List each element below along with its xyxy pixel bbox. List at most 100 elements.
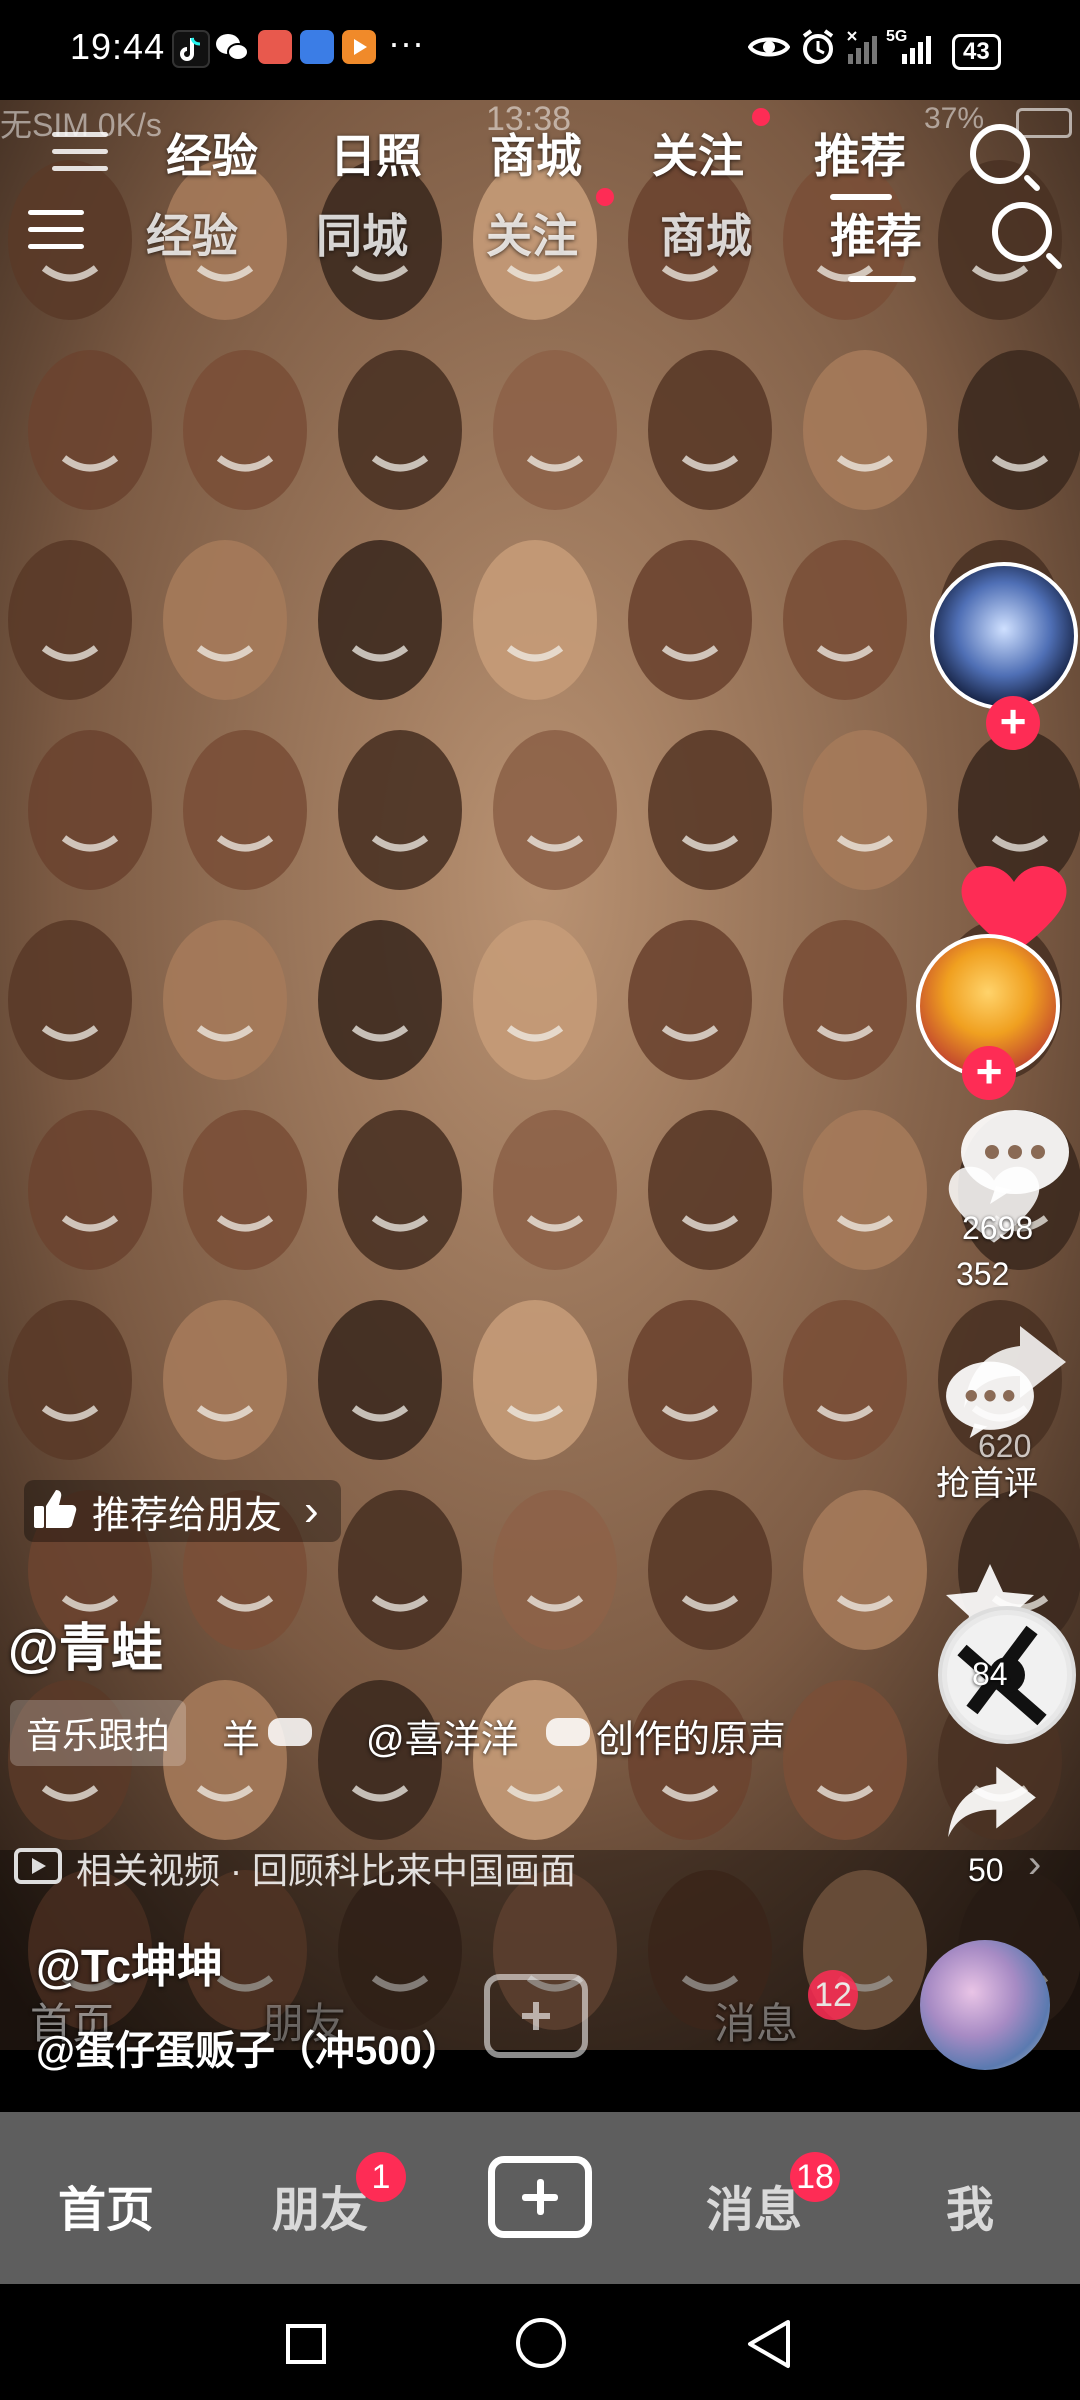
follow-plus-button-2[interactable]: + [962, 1046, 1016, 1100]
face-shape [8, 920, 132, 1080]
system-nav-bar [0, 2284, 1080, 2400]
status-time: 19:44 [70, 26, 166, 67]
face-shape [338, 730, 462, 890]
status-bar: 19:44 ··· 5G 43 [0, 0, 1080, 100]
sheep-icon-2 [546, 1718, 590, 1746]
battery-indicator: 43 [952, 34, 1001, 70]
face-shape [803, 350, 927, 510]
messages-badge: 18 [790, 2152, 840, 2202]
face-shape [803, 1490, 927, 1650]
music-cover-disc[interactable] [920, 1940, 1050, 2070]
thumbs-up-icon [32, 1488, 78, 1535]
music-text: 羊 [222, 1719, 261, 1761]
alarm-icon [800, 28, 836, 71]
recents-icon[interactable] [286, 2324, 326, 2364]
face-shape [493, 730, 617, 890]
related-video-icon [14, 1847, 62, 1889]
face-shape [8, 1300, 132, 1460]
tiktok-icon [172, 30, 210, 68]
face-shape [28, 350, 152, 510]
nav-messages[interactable]: 消息 [706, 2170, 802, 2240]
recommend-to-friends[interactable]: 推荐给朋友 › [24, 1480, 341, 1542]
related-video-text: 相关视频 · 回顾科比来中国画面 [76, 1850, 576, 1891]
ghost-tab: 日照 [330, 130, 422, 182]
face-shape [163, 920, 287, 1080]
back-triangle-icon[interactable] [746, 2318, 792, 2375]
face-shape [493, 1110, 617, 1270]
search-icon[interactable] [992, 202, 1052, 262]
related-chevron-icon: › [1028, 1842, 1042, 1886]
home-circle-icon[interactable] [516, 2318, 566, 2368]
face-shape [648, 730, 772, 890]
related-video-link[interactable]: 相关视频 · 回顾科比来中国画面 [14, 1842, 576, 1894]
nav-friends[interactable]: 朋友 [272, 2170, 368, 2240]
ghost-add-button [484, 1974, 588, 2058]
face-shape [338, 1110, 462, 1270]
face-shape [648, 350, 772, 510]
favorites-count: 84 [972, 1656, 1008, 1692]
face-shape [493, 1490, 617, 1650]
active-tab-underline [848, 276, 916, 282]
top-tabs: 经验 同城 关注 商城 推荐 [0, 188, 1080, 286]
ghost-tab: 商城 [490, 130, 582, 182]
face-shape [318, 920, 442, 1080]
tab-experience[interactable]: 经验 [146, 200, 238, 266]
face-shape [163, 1300, 287, 1460]
face-shape [648, 1490, 772, 1650]
face-shape [783, 1300, 907, 1460]
face-shape [803, 1110, 927, 1270]
nav-home[interactable]: 首页 [58, 2170, 154, 2240]
face-shape [648, 1110, 772, 1270]
video-app-icon [342, 30, 376, 64]
create-post-button[interactable] [488, 2156, 592, 2238]
face-shape [473, 540, 597, 700]
face-shape [628, 1300, 752, 1460]
face-shape [628, 920, 752, 1080]
face-shape [183, 730, 307, 890]
face-shape [28, 730, 152, 890]
comments-label: 抢首评 [936, 1465, 1038, 1503]
browser-app-icon [300, 30, 334, 64]
face-shape [163, 540, 287, 700]
more-notifications: ··· [388, 22, 424, 63]
wechat-icon [214, 30, 249, 64]
ghost-user-1: @Tc坤坤 [36, 1940, 224, 1992]
face-shape [783, 540, 907, 700]
ghost-top-tabs: 经验 日照 商城 关注 推荐 [0, 108, 1080, 200]
tab-mall[interactable]: 商城 [660, 200, 752, 266]
ghost-nav-messages: 消息 [714, 2000, 799, 2047]
signal-icon-sim2 [900, 30, 936, 71]
tab-following[interactable]: 关注 [486, 200, 578, 266]
signal-icon-sim1 [846, 30, 882, 71]
creator-avatar[interactable] [930, 562, 1078, 710]
music-follow-tag[interactable]: 音乐跟拍 [10, 1700, 187, 1766]
menu-icon[interactable] [28, 210, 84, 250]
follow-plus-button[interactable]: + [986, 696, 1040, 750]
face-shape [28, 1110, 152, 1270]
face-shape [493, 350, 617, 510]
ghost-messages-badge: 12 [808, 1970, 858, 2020]
tab-local[interactable]: 同城 [316, 200, 408, 266]
share-arrow-icon[interactable] [942, 1758, 1042, 1849]
face-shape [183, 350, 307, 510]
likes-count: 2698 [962, 1210, 1034, 1246]
nav-me[interactable]: 我 [946, 2170, 994, 2240]
author-handle[interactable]: @青蛙 [8, 1606, 163, 1681]
share-count: 50 [968, 1852, 1004, 1888]
tab-recommend[interactable]: 推荐 [830, 200, 922, 266]
music-follow-label: 音乐跟拍 [26, 1715, 171, 1756]
sheep-icon [268, 1718, 312, 1746]
book-app-icon [258, 30, 292, 64]
face-shape [338, 1490, 462, 1650]
face-shape [318, 1300, 442, 1460]
likes-count-overlap: 352 [956, 1256, 1010, 1292]
eye-icon [747, 32, 791, 67]
ghost-tab: 推荐 [814, 130, 906, 182]
music-suffix: 创作的原声 [596, 1719, 787, 1761]
ghost-menu-icon [52, 132, 108, 172]
music-credit[interactable]: @喜洋洋 [366, 1708, 519, 1763]
friends-badge: 1 [356, 2152, 406, 2202]
face-shape [783, 920, 907, 1080]
face-shape [628, 540, 752, 700]
face-shape [958, 350, 1080, 510]
